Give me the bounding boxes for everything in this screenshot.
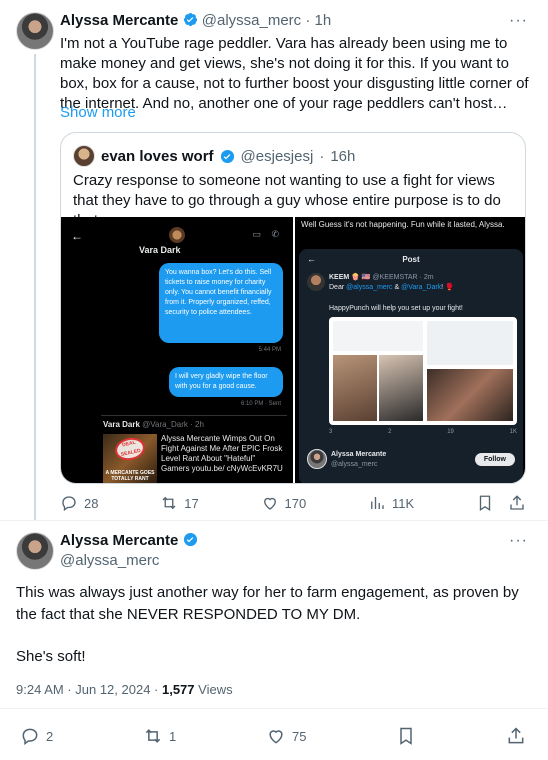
avatar[interactable] (16, 12, 54, 50)
tweet-timestamp[interactable]: 9:24 AM · Jun 12, 2024 · (16, 682, 162, 697)
bookmark-button[interactable] (476, 494, 526, 512)
nested-text-block (333, 321, 423, 351)
quote-header: evan loves worf @esjesjesj · 16h (73, 145, 355, 167)
show-more-link[interactable]: Show more (60, 104, 136, 121)
happy-punch-text: HappyPunch will help you set up your fig… (329, 305, 463, 312)
reply-button[interactable]: 28 (60, 494, 98, 512)
quote-media[interactable]: ← Vara Dark ▭ ✆ You wanna box? Let's do … (61, 217, 525, 483)
dm-screenshot-image[interactable]: ← Vara Dark ▭ ✆ You wanna box? Let's do … (61, 217, 293, 483)
like-count: 170 (284, 495, 307, 511)
avatar[interactable] (16, 532, 54, 570)
am-name: Alyssa Mercante (331, 451, 387, 458)
repost-count: 1 (169, 728, 177, 744)
like-button[interactable]: 170 (261, 494, 307, 512)
views-label: Views (194, 682, 233, 697)
share-icon[interactable] (508, 494, 526, 512)
action-bar: 2 1 75 (20, 726, 526, 746)
dm-bubble: I will very gladly wipe the floor with y… (169, 367, 283, 397)
post-title: Post (402, 255, 420, 264)
like-count: 75 (292, 728, 307, 744)
tweet-meta: 9:24 AM · Jun 12, 2024 · 1,577 Views (16, 682, 233, 697)
thumbnail-stamp: DEAL SEALED (113, 435, 147, 463)
quote-avatar (73, 145, 95, 167)
repost-icon (145, 729, 161, 743)
repost-count: 17 (184, 495, 199, 511)
video-thumbnail: DEAL SEALED A MERCANTE GOES TOTALLY RANT (103, 434, 157, 483)
nested-photo (427, 369, 513, 421)
more-icon[interactable]: ··· (509, 12, 528, 30)
views-count: 1,577 (161, 682, 195, 697)
post-view: ← Post KEEM 🍿 🇺🇸 @KEEMSTAR · 2m Dear @al… (299, 249, 523, 483)
reply-tweet[interactable]: Alyssa Mercante @alyssa_merc · 1h ··· I'… (0, 0, 548, 520)
verified-badge-icon (220, 149, 234, 163)
nested-photo (333, 355, 377, 421)
dm-contact-avatar (169, 227, 185, 243)
nested-stats: 3 2 19 1K (329, 429, 517, 435)
tweet-header: Alyssa Mercante @alyssa_merc · 1h (60, 12, 332, 29)
am-handle: @alyssa_merc (331, 461, 378, 468)
dm-header: ← Vara Dark ▭ ✆ (61, 217, 293, 259)
verified-badge-icon (183, 12, 197, 27)
divider (0, 520, 548, 521)
embed-name: Vara Dark (103, 420, 140, 429)
quote-time: 16h (330, 147, 356, 165)
embedded-tweet: Vara Dark @Vara_Dark · 2h DEAL SEALED A … (101, 415, 287, 483)
dm-bubble: You wanna box? Let's do this. Sell ticke… (159, 263, 283, 343)
repost-button[interactable]: 1 (143, 726, 176, 746)
embed-text: Alyssa Mercante Wimps Out On Fight Again… (161, 434, 283, 473)
nested-text-block (427, 321, 513, 365)
quote-author-handle: @esjesjesj (240, 147, 314, 165)
post-screenshot-image[interactable]: Well Guess it's not happening. Fun while… (295, 217, 525, 483)
nested-photo (379, 355, 423, 421)
author-handle[interactable]: @alyssa_merc (60, 552, 159, 569)
bookmark-button[interactable] (396, 726, 416, 746)
divider (0, 708, 548, 709)
reply-button[interactable]: 2 (20, 726, 53, 746)
repost-icon (162, 496, 176, 510)
nested-screenshot (329, 317, 517, 425)
embed-handle: @Vara_Dark · 2h (142, 420, 204, 429)
tweet-text: I'm not a YouTube rage peddler. Vara has… (60, 35, 529, 112)
views-count: 11K (392, 495, 415, 511)
views-icon (371, 497, 384, 509)
quote-author-name: evan loves worf (101, 147, 214, 165)
share-button[interactable] (506, 726, 526, 746)
repost-button[interactable]: 17 (160, 494, 199, 512)
bookmark-icon (400, 727, 412, 745)
reply-icon (22, 728, 38, 745)
like-icon (269, 730, 283, 744)
reply-count: 2 (46, 728, 54, 744)
author-name[interactable]: Alyssa Mercante (60, 532, 198, 549)
author-handle[interactable]: @alyssa_merc (202, 12, 301, 29)
thread-line (34, 54, 36, 520)
follow-button: Follow (474, 453, 515, 466)
reply-icon (62, 496, 76, 512)
reply-count: 28 (84, 495, 99, 511)
call-icons: ▭ ✆ (252, 229, 283, 239)
views-button[interactable]: 11K (368, 494, 414, 512)
author-name[interactable]: Alyssa Mercante (60, 12, 178, 29)
keem-avatar (307, 273, 325, 291)
more-icon[interactable]: ··· (509, 532, 528, 550)
bookmark-icon (479, 495, 491, 512)
like-button[interactable]: 75 (266, 726, 306, 746)
tweet-time[interactable]: 1h (315, 12, 332, 29)
tweet-text-line: She's soft! (16, 648, 86, 665)
verified-badge-icon (183, 532, 197, 547)
keem-handle: @KEEMSTAR · 2m (372, 274, 434, 281)
quoted-tweet[interactable]: evan loves worf @esjesjesj · 16h Crazy r… (60, 132, 526, 484)
tweet-text: This was always just another way for her… (16, 584, 519, 623)
back-arrow-icon: ← (71, 229, 83, 243)
thumbnail-caption: A MERCANTE GOES TOTALLY RANT (105, 470, 155, 482)
am-avatar (307, 449, 327, 469)
dm-contact-name: Vara Dark (139, 245, 181, 255)
like-icon (263, 497, 276, 510)
keem-name: KEEM 🍿 🇺🇸 (329, 274, 371, 281)
keem-text: Dear @alyssa_merc & @Vara_Dark! 🥊 (329, 284, 454, 291)
dm-timestamp: 5:44 PM (258, 347, 281, 353)
dm-timestamp: 6:10 PM · Sent (240, 401, 281, 407)
share-icon (508, 727, 524, 744)
action-bar: 28 17 170 11K (60, 494, 526, 512)
screenshot-caption: Well Guess it's not happening. Fun while… (301, 220, 505, 229)
